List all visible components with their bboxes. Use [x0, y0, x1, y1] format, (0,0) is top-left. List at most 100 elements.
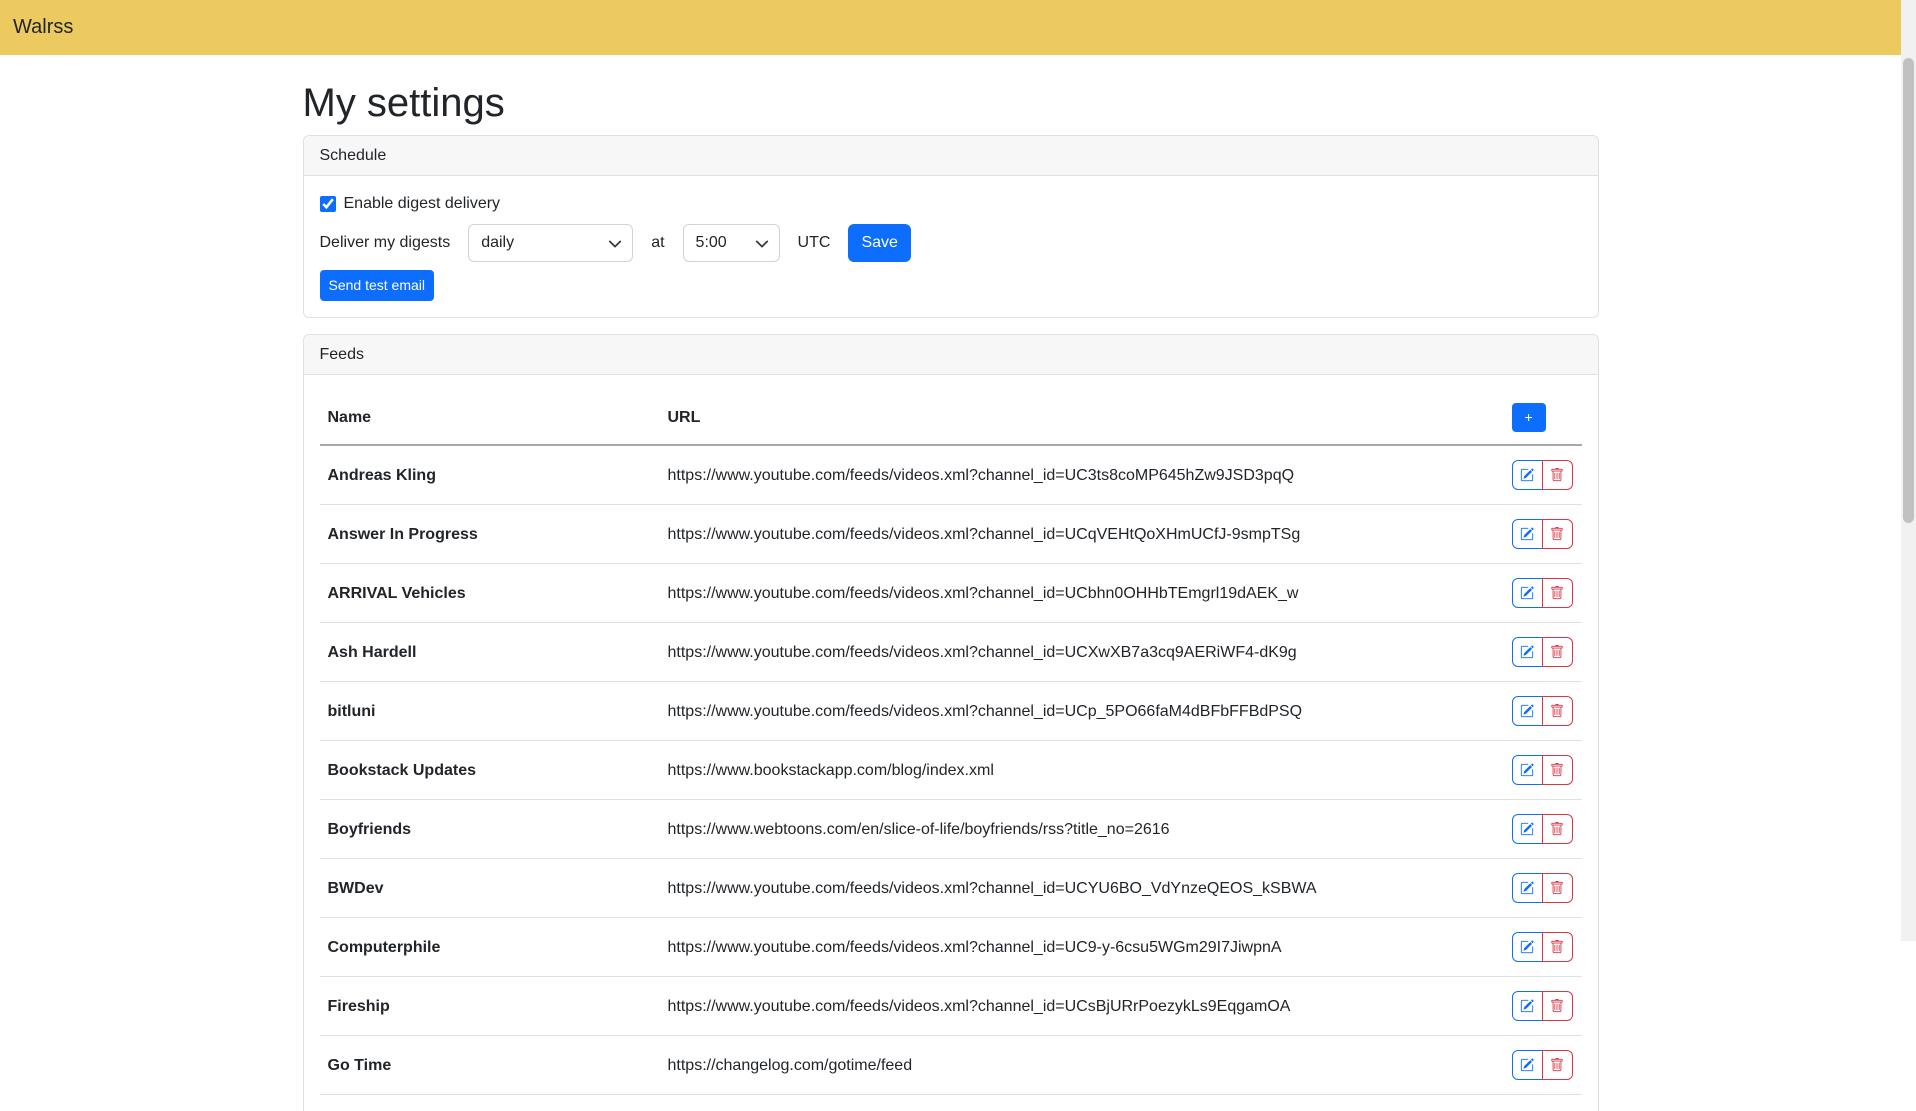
edit-feed-button[interactable]	[1512, 519, 1543, 549]
trash-icon	[1550, 586, 1564, 600]
delete-feed-button[interactable]	[1542, 755, 1573, 785]
feed-actions	[1504, 918, 1582, 977]
table-row: ARRIVAL Vehicles https://www.youtube.com…	[320, 564, 1582, 623]
column-header-url: URL	[660, 391, 1504, 445]
column-header-actions: +	[1504, 391, 1582, 445]
delete-feed-button[interactable]	[1542, 873, 1573, 903]
delete-feed-button[interactable]	[1542, 637, 1573, 667]
feed-actions-group	[1512, 814, 1573, 844]
viewport-scrollbar[interactable]	[1901, 0, 1916, 941]
at-label: at	[651, 234, 664, 252]
feed-actions	[1504, 564, 1582, 623]
feed-name: Bookstack Updates	[320, 741, 660, 800]
deliver-digests-label: Deliver my digests	[320, 234, 451, 252]
feeds-table: Name URL + Andreas Kling https://www.you…	[320, 391, 1582, 1095]
schedule-card-header: Schedule	[304, 136, 1598, 176]
enable-digest-row: Enable digest delivery	[320, 192, 1582, 216]
edit-feed-button[interactable]	[1512, 755, 1543, 785]
schedule-card-body: Enable digest delivery Deliver my digest…	[304, 176, 1598, 317]
pencil-square-icon	[1520, 1058, 1534, 1072]
trash-icon	[1550, 704, 1564, 718]
trash-icon	[1550, 822, 1564, 836]
feed-url: https://www.bookstackapp.com/blog/index.…	[660, 741, 1504, 800]
table-row: bitluni https://www.youtube.com/feeds/vi…	[320, 682, 1582, 741]
table-row: Bookstack Updates https://www.bookstacka…	[320, 741, 1582, 800]
feed-actions	[1504, 741, 1582, 800]
edit-feed-button[interactable]	[1512, 637, 1543, 667]
feed-url: https://www.youtube.com/feeds/videos.xml…	[660, 682, 1504, 741]
feed-name: Boyfriends	[320, 800, 660, 859]
feed-actions-group	[1512, 696, 1573, 726]
delete-feed-button[interactable]	[1542, 578, 1573, 608]
column-header-name: Name	[320, 391, 660, 445]
pencil-square-icon	[1520, 704, 1534, 718]
edit-feed-button[interactable]	[1512, 873, 1543, 903]
feed-name: Go Time	[320, 1036, 660, 1095]
edit-feed-button[interactable]	[1512, 991, 1543, 1021]
pencil-square-icon	[1520, 940, 1534, 954]
delete-feed-button[interactable]	[1542, 1050, 1573, 1080]
page-title: My settings	[303, 79, 1599, 127]
feed-url: https://www.youtube.com/feeds/videos.xml…	[660, 918, 1504, 977]
trash-icon	[1550, 645, 1564, 659]
delete-feed-button[interactable]	[1542, 696, 1573, 726]
feeds-card-body: Name URL + Andreas Kling https://www.you…	[304, 375, 1598, 1111]
feed-actions	[1504, 800, 1582, 859]
feed-name: Answer In Progress	[320, 505, 660, 564]
frequency-select[interactable]: daily	[468, 224, 633, 262]
feeds-card-header: Feeds	[304, 335, 1598, 375]
feed-actions	[1504, 977, 1582, 1036]
edit-feed-button[interactable]	[1512, 814, 1543, 844]
feed-url: https://www.youtube.com/feeds/videos.xml…	[660, 445, 1504, 505]
trash-icon	[1550, 763, 1564, 777]
schedule-card: Schedule Enable digest delivery Deliver …	[303, 135, 1599, 318]
feed-name: ARRIVAL Vehicles	[320, 564, 660, 623]
feed-actions-group	[1512, 755, 1573, 785]
pencil-square-icon	[1520, 763, 1534, 777]
scrollbar-thumb[interactable]	[1903, 58, 1914, 523]
chevron-down-icon	[755, 237, 769, 256]
chevron-down-icon	[608, 237, 622, 256]
delete-feed-button[interactable]	[1542, 460, 1573, 490]
add-feed-button[interactable]: +	[1512, 403, 1546, 432]
delete-feed-button[interactable]	[1542, 932, 1573, 962]
delete-feed-button[interactable]	[1542, 519, 1573, 549]
trash-icon	[1550, 881, 1564, 895]
table-row: Answer In Progress https://www.youtube.c…	[320, 505, 1582, 564]
edit-feed-button[interactable]	[1512, 460, 1543, 490]
navbar: Walrss	[0, 0, 1901, 55]
feeds-table-body: Andreas Kling https://www.youtube.com/fe…	[320, 445, 1582, 1095]
timezone-label: UTC	[798, 234, 831, 252]
trash-icon	[1550, 940, 1564, 954]
navbar-brand[interactable]: Walrss	[13, 16, 73, 39]
edit-feed-button[interactable]	[1512, 696, 1543, 726]
table-row: Andreas Kling https://www.youtube.com/fe…	[320, 445, 1582, 505]
edit-feed-button[interactable]	[1512, 1050, 1543, 1080]
edit-feed-button[interactable]	[1512, 578, 1543, 608]
save-button[interactable]: Save	[848, 224, 910, 262]
feed-name: BWDev	[320, 859, 660, 918]
pencil-square-icon	[1520, 822, 1534, 836]
delete-feed-button[interactable]	[1542, 991, 1573, 1021]
table-row: Computerphile https://www.youtube.com/fe…	[320, 918, 1582, 977]
delete-feed-button[interactable]	[1542, 814, 1573, 844]
feed-actions-group	[1512, 1050, 1573, 1080]
feed-actions	[1504, 505, 1582, 564]
edit-feed-button[interactable]	[1512, 932, 1543, 962]
pencil-square-icon	[1520, 999, 1534, 1013]
feed-actions-group	[1512, 637, 1573, 667]
feed-actions	[1504, 445, 1582, 505]
feed-actions-group	[1512, 460, 1573, 490]
enable-digest-checkbox[interactable]	[320, 196, 336, 212]
send-test-email-button[interactable]: Send test email	[320, 270, 435, 301]
table-row: Ash Hardell https://www.youtube.com/feed…	[320, 623, 1582, 682]
feed-url: https://www.youtube.com/feeds/videos.xml…	[660, 564, 1504, 623]
feed-actions-group	[1512, 932, 1573, 962]
pencil-square-icon	[1520, 468, 1534, 482]
feed-name: Computerphile	[320, 918, 660, 977]
time-select[interactable]: 5:00	[683, 224, 780, 262]
feed-name: bitluni	[320, 682, 660, 741]
feed-url: https://www.youtube.com/feeds/videos.xml…	[660, 623, 1504, 682]
table-header-row: Name URL +	[320, 391, 1582, 445]
feed-name: Ash Hardell	[320, 623, 660, 682]
